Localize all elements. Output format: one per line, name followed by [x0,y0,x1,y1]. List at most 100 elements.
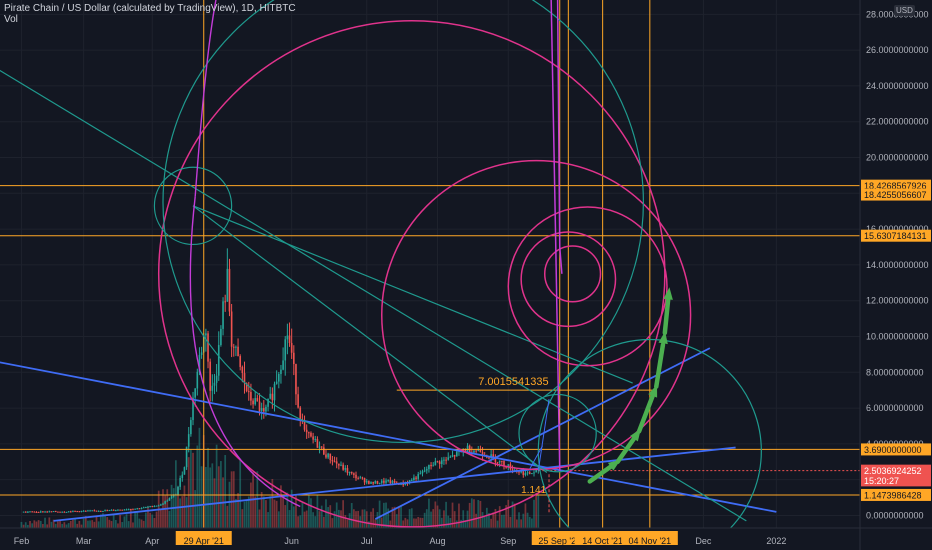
candle-body [393,480,396,483]
candle-body [370,482,372,484]
candle-body [134,508,136,510]
candle-body [256,398,259,402]
price-chart[interactable]: 7.00155413351.14128.000000000026.0000000… [0,0,932,550]
volume-bar [151,514,154,528]
candle-body [44,511,46,513]
volume-bar [307,494,310,528]
volume-bar [522,513,525,528]
volume-bar [35,521,38,528]
volume-bar [200,466,203,528]
volume-bar [346,519,349,528]
volume-bar [207,447,209,528]
volume-bar [224,455,227,528]
volume-bar [440,517,443,528]
candle-body [271,393,274,401]
candle-body [207,333,209,362]
candle-body [130,509,132,511]
candle-body [434,461,437,466]
candle-body [140,508,143,510]
volume-bar [134,511,136,528]
candle-body [284,339,287,361]
candle-body [84,510,87,512]
volume-bar [408,509,411,528]
x-tick-label: Jun [284,536,299,546]
volume-bar [245,499,248,528]
candle-body [344,468,347,470]
candle-body [423,470,426,472]
volume-bar [305,510,308,528]
volume-bar [423,512,426,528]
candle-body [54,511,57,513]
candle-body [179,477,181,487]
volume-bar [368,521,370,528]
volume-bar [159,509,162,528]
volume-bar [312,512,314,528]
volume-bar [138,518,141,528]
candle-body [359,477,362,479]
price-tag-label: 3.6900000000 [864,445,922,455]
volume-bar [250,482,252,528]
volume-label[interactable]: Vol [4,14,296,25]
volume-bar [344,515,347,528]
volume-bar [271,479,274,528]
volume-bar [119,515,121,528]
candle-body [112,509,115,511]
candle-body [142,507,145,509]
candle-body [443,459,445,461]
candle-body [333,461,336,463]
volume-bar [267,512,269,528]
price-tag-label: 15.6307184131 [864,231,927,241]
candle-body [59,511,61,513]
candle-body [355,474,357,479]
x-date-tag-label: 29 Apr '21 [184,536,224,546]
x-date-tag-label: 14 Oct '21 [582,536,623,546]
y-tick-label: 22.0000000000 [866,117,929,127]
candle-body [213,382,216,386]
candle-body [327,453,329,458]
volume-bar [140,519,143,528]
volume-bar [48,517,51,528]
candle-body [39,511,42,513]
candle-body [155,505,158,507]
candle-body [438,461,441,464]
volume-bar [509,516,512,528]
volume-bar [400,505,402,528]
x-axis-panel [0,528,932,550]
volume-bar [475,513,477,528]
candle-body [209,361,211,391]
volume-bar [329,505,332,528]
volume-bar [455,520,458,528]
volume-bar [380,517,383,528]
volume-bar [168,510,171,528]
volume-bar [507,499,510,528]
candle-body [200,352,203,355]
candle-body [80,510,83,512]
candle-body [511,469,514,471]
candle-body [104,510,106,512]
candle-body [162,503,164,505]
candle-body [138,508,141,510]
candle-body [260,408,263,411]
candle-body [61,511,64,513]
candle-body [125,509,128,511]
candle-body [305,429,308,433]
candle-body [232,346,235,348]
volume-bar [265,500,267,528]
volume-bar [125,514,128,528]
currency-badge[interactable]: USD [894,5,915,16]
candle-body [42,511,44,513]
volume-bar [95,516,98,528]
volume-bar [363,509,366,528]
volume-bar [385,502,387,528]
candle-body [312,436,314,440]
volume-bar [228,481,231,528]
candle-body [46,511,48,513]
candle-body [318,446,321,448]
symbol-title[interactable]: Pirate Chain / US Dollar (calculated by … [4,3,296,14]
candle-body [76,511,79,513]
volume-bar [376,511,379,528]
volume-bar [61,523,64,528]
candle-body [170,496,173,499]
volume-bar [153,517,156,528]
volume-bar [112,514,115,528]
